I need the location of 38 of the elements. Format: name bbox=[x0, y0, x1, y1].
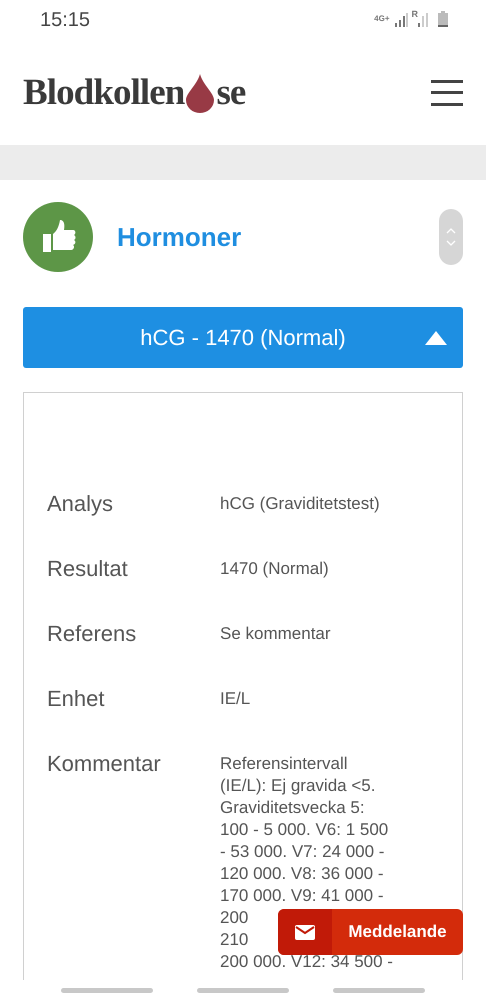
comment-text: - 53 000. V7: 24 000 - bbox=[220, 841, 384, 863]
network-label: 4G+ bbox=[374, 14, 390, 22]
comment-text: Referensintervall bbox=[220, 753, 348, 775]
detail-value: hCG (Graviditetstest) bbox=[220, 492, 380, 515]
comment-text: Graviditetsvecka 5: bbox=[220, 797, 365, 819]
accordion-header[interactable]: hCG - 1470 (Normal) bbox=[23, 307, 463, 368]
detail-label: Referens bbox=[46, 620, 138, 648]
comment-text: (IE/L): Ej gravida <5. bbox=[220, 775, 376, 797]
chevron-down-icon bbox=[446, 240, 456, 246]
battery-icon bbox=[438, 10, 448, 26]
detail-label: Analys bbox=[46, 490, 114, 518]
detail-label: Kommentar bbox=[46, 753, 162, 775]
message-button[interactable]: Meddelande bbox=[278, 909, 463, 955]
site-logo[interactable]: Blodkollen se bbox=[23, 64, 246, 120]
comment-text: 210 bbox=[220, 929, 248, 951]
detail-value: 1470 (Normal) bbox=[220, 558, 329, 580]
signal-icon bbox=[418, 12, 428, 26]
nav-bar-handle[interactable] bbox=[61, 988, 153, 992]
thumbs-up-icon bbox=[23, 202, 93, 272]
comment-text: 170 000. V9: 41 000 - bbox=[220, 885, 384, 907]
nav-bar-handle[interactable] bbox=[333, 988, 425, 992]
detail-label: Resultat bbox=[46, 555, 129, 583]
triangle-icon bbox=[425, 330, 447, 344]
signal-icon bbox=[394, 12, 408, 26]
chevron-up-icon bbox=[446, 228, 456, 234]
status-time: 15:15 bbox=[40, 8, 90, 33]
category-title: Hormoner bbox=[117, 220, 242, 254]
menu-button[interactable] bbox=[431, 80, 463, 106]
detail-label: Enhet bbox=[46, 685, 106, 713]
roaming-label: R bbox=[412, 10, 418, 18]
scroll-control[interactable] bbox=[439, 209, 463, 265]
detail-value: Se kommentar bbox=[220, 622, 331, 645]
nav-bar-handle[interactable] bbox=[197, 988, 289, 992]
comment-text: 120 000. V8: 36 000 - bbox=[220, 863, 384, 885]
envelope-icon bbox=[295, 924, 315, 940]
comment-text: 200 bbox=[220, 907, 248, 929]
comment-text: 100 - 5 000. V6: 1 500 bbox=[220, 819, 388, 841]
detail-value: IE/L bbox=[220, 688, 250, 710]
